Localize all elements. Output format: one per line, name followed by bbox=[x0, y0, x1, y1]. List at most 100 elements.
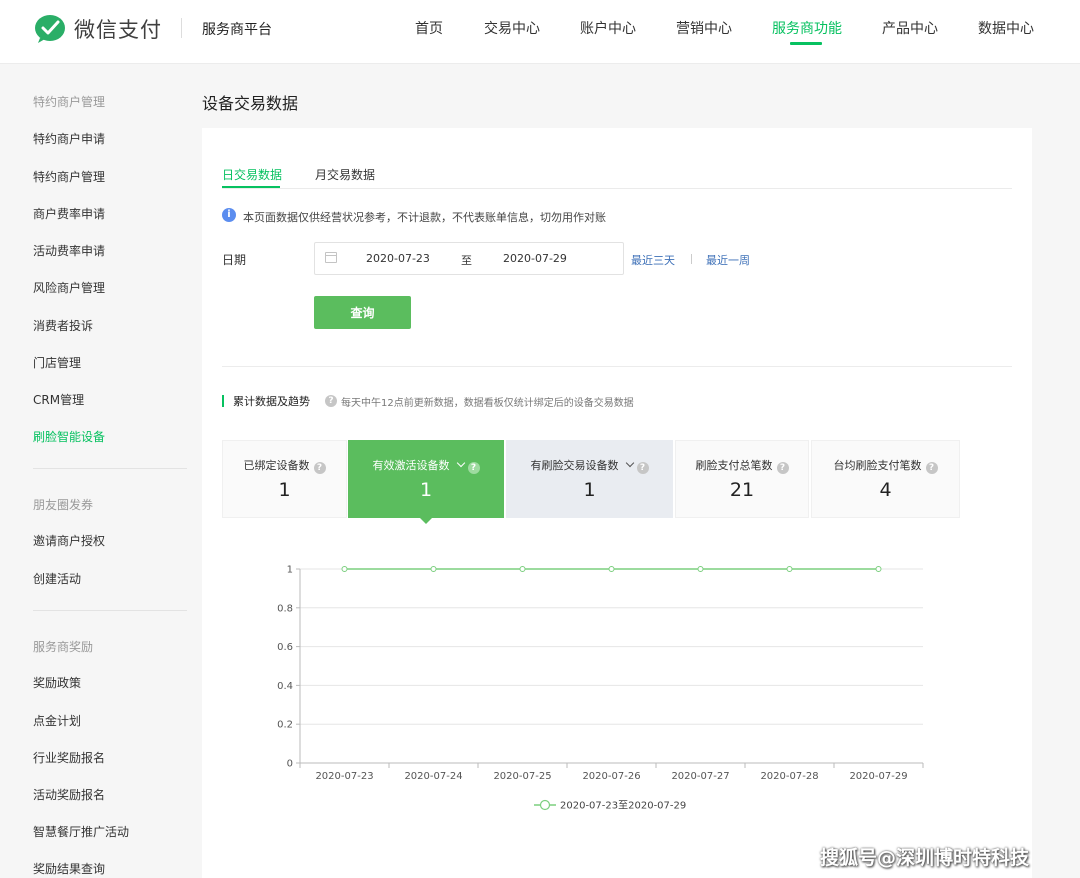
page-title: 设备交易数据 bbox=[202, 94, 299, 113]
wechat-pay-logo[interactable]: 微信支付 bbox=[34, 12, 162, 46]
sidebar-item[interactable]: 奖励结果查询 bbox=[33, 860, 105, 877]
nav-home[interactable]: 首页 bbox=[415, 18, 443, 38]
watermark: 搜狐号@深圳博时特科技 bbox=[820, 847, 1030, 869]
x-tick-label: 2020-07-23 bbox=[315, 771, 373, 782]
metric-value: 4 bbox=[879, 479, 892, 501]
metric-value: 1 bbox=[419, 479, 433, 501]
notice-text: 本页面数据仅供经营状况参考，不计退款，不代表账单信息，切勿用作对账 bbox=[243, 211, 606, 224]
sidebar-group-title: 服务商奖励 bbox=[33, 640, 94, 654]
start-date[interactable]: 2020-07-23 bbox=[366, 252, 430, 265]
help-icon[interactable]: ? bbox=[467, 462, 480, 474]
sidebar-item[interactable]: 邀请商户授权 bbox=[33, 532, 105, 549]
end-date[interactable]: 2020-07-29 bbox=[503, 252, 567, 265]
sidebar-item-active[interactable]: 刷脸智能设备 bbox=[33, 428, 105, 445]
data-point bbox=[786, 566, 793, 572]
tab-monthly[interactable]: 月交易数据 bbox=[315, 166, 375, 183]
sidebar-item[interactable]: 特约商户管理 bbox=[33, 168, 105, 185]
nav-account[interactable]: 账户中心 bbox=[580, 18, 636, 38]
metric-label: 刷脸支付总笔数 bbox=[695, 459, 773, 472]
legend-label: 2020-07-23至2020-07-29 bbox=[560, 800, 686, 812]
date-range-picker[interactable]: 2020-07-23 至 2020-07-29 bbox=[314, 242, 624, 275]
tab-daily[interactable]: 日交易数据 bbox=[222, 166, 282, 183]
metric-card-bound-devices[interactable]: 已绑定设备数? 1 bbox=[222, 440, 347, 518]
sidebar-item[interactable]: 活动费率申请 bbox=[33, 242, 105, 259]
nav-marketing[interactable]: 营销中心 bbox=[676, 18, 732, 38]
calendar-icon bbox=[325, 252, 337, 263]
sidebar-group-title: 朋友圈发券 bbox=[33, 498, 94, 512]
help-icon[interactable]: ? bbox=[313, 462, 326, 474]
x-tick-label: 2020-07-25 bbox=[493, 771, 551, 782]
tab-bar-line bbox=[222, 188, 1012, 189]
trend-line-chart: 0 0.2 0.4 0.6 0.8 1 2020-07-23 2020-07-24 2020-0… bbox=[277, 565, 924, 812]
metric-card-avg-payments[interactable]: 台均刷脸支付笔数? 4 bbox=[811, 440, 960, 518]
metric-value: 1 bbox=[278, 479, 291, 501]
y-tick-label: 0.2 bbox=[277, 720, 293, 731]
sidebar-item[interactable]: 商户费率申请 bbox=[33, 205, 105, 222]
sidebar-item[interactable]: 行业奖励报名 bbox=[33, 749, 105, 766]
sidebar-item[interactable]: 活动奖励报名 bbox=[33, 786, 105, 803]
query-button[interactable]: 查询 bbox=[314, 296, 411, 329]
x-tick-label: 2020-07-29 bbox=[849, 771, 907, 782]
sidebar-item[interactable]: 门店管理 bbox=[33, 354, 81, 371]
info-icon: i bbox=[222, 208, 236, 222]
sidebar-item[interactable]: 特约商户申请 bbox=[33, 130, 105, 147]
logo-divider bbox=[181, 18, 182, 38]
sidebar-item[interactable]: 风险商户管理 bbox=[33, 279, 105, 296]
sidebar-item[interactable]: 消费者投诉 bbox=[33, 317, 93, 334]
sidebar-divider bbox=[33, 468, 187, 469]
metric-label: 有效激活设备数 bbox=[372, 459, 450, 472]
quick-last-3-days[interactable]: 最近三天 bbox=[631, 252, 675, 268]
date-label: 日期 bbox=[222, 253, 247, 267]
y-tick-label: 0 bbox=[287, 759, 293, 770]
data-point bbox=[875, 566, 882, 572]
section-note: 每天中午12点前更新数据，数据看板仅统计绑定后的设备交易数据 bbox=[341, 398, 634, 409]
help-icon[interactable]: ? bbox=[776, 462, 789, 474]
section-divider bbox=[222, 366, 1012, 367]
metric-label: 有刷脸交易设备数 bbox=[530, 459, 619, 472]
metric-label: 台均刷脸支付笔数 bbox=[833, 459, 922, 472]
nav-active-indicator bbox=[790, 42, 822, 45]
metric-card-active-devices[interactable]: 有效激活设备数? 1 bbox=[348, 440, 504, 518]
legend-marker bbox=[539, 799, 551, 811]
date-to-label: 至 bbox=[461, 254, 472, 267]
y-tick-label: 1 bbox=[287, 565, 293, 576]
quick-link-divider bbox=[691, 254, 692, 264]
data-point bbox=[341, 566, 348, 572]
platform-title: 服务商平台 bbox=[202, 22, 272, 38]
sidebar-item[interactable]: 奖励政策 bbox=[33, 674, 81, 691]
nav-transactions[interactable]: 交易中心 bbox=[484, 18, 540, 38]
section-title: 累计数据及趋势 bbox=[233, 395, 310, 408]
x-tick-label: 2020-07-26 bbox=[582, 771, 640, 782]
y-tick-label: 0.4 bbox=[277, 681, 293, 692]
sidebar-item[interactable]: CRM管理 bbox=[33, 391, 84, 408]
data-point bbox=[519, 566, 526, 572]
help-icon[interactable]: ? bbox=[325, 395, 337, 407]
x-tick-label: 2020-07-28 bbox=[760, 771, 818, 782]
data-point bbox=[430, 566, 437, 572]
nav-provider-functions[interactable]: 服务商功能 bbox=[772, 18, 842, 38]
metric-card-face-pay-devices[interactable]: 有刷脸交易设备数? 1 bbox=[506, 440, 673, 518]
sidebar-item[interactable]: 智慧餐厅推广活动 bbox=[33, 823, 129, 840]
section-marker bbox=[222, 395, 224, 407]
sidebar-divider bbox=[33, 610, 187, 611]
quick-last-week[interactable]: 最近一周 bbox=[706, 252, 750, 268]
data-point bbox=[697, 566, 704, 572]
chevron-down-icon[interactable] bbox=[625, 458, 634, 468]
x-tick-label: 2020-07-24 bbox=[404, 771, 462, 782]
metric-card-total-payments[interactable]: 刷脸支付总笔数? 21 bbox=[675, 440, 809, 518]
help-icon[interactable]: ? bbox=[636, 462, 649, 474]
top-bar: 微信支付 服务商平台 首页 交易中心 账户中心 营销中心 服务商功能 产品中心 … bbox=[0, 0, 1080, 64]
y-tick-label: 0.6 bbox=[277, 642, 293, 653]
metric-label: 已绑定设备数 bbox=[243, 459, 310, 472]
chevron-down-icon[interactable] bbox=[456, 458, 465, 468]
logo-text: 微信支付 bbox=[74, 18, 162, 42]
help-icon[interactable]: ? bbox=[925, 462, 938, 474]
metric-value: 1 bbox=[583, 479, 596, 501]
nav-products[interactable]: 产品中心 bbox=[882, 18, 938, 38]
sidebar-item[interactable]: 创建活动 bbox=[33, 570, 81, 587]
sidebar-item[interactable]: 点金计划 bbox=[33, 712, 81, 729]
sidebar-group-title: 特约商户管理 bbox=[33, 95, 106, 109]
wechat-pay-logo-icon bbox=[34, 14, 66, 44]
nav-data[interactable]: 数据中心 bbox=[978, 18, 1034, 38]
tab-active-indicator bbox=[222, 186, 280, 188]
